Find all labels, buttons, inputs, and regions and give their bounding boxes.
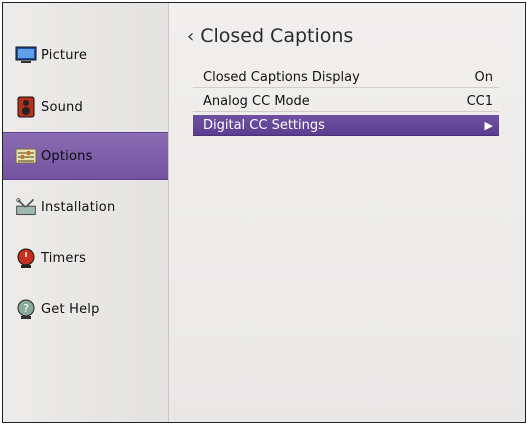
options-sliders-icon	[15, 145, 37, 167]
help-icon: ?	[15, 298, 37, 320]
sidebar-item-label: Timers	[41, 250, 87, 266]
sidebar-item-timers[interactable]: Timers	[3, 234, 168, 282]
sidebar-item-label: Installation	[41, 199, 116, 215]
sidebar-item-label: Get Help	[41, 301, 100, 317]
menu-row-label: Analog CC Mode	[203, 93, 310, 109]
sidebar-item-sound[interactable]: Sound	[3, 83, 168, 131]
sidebar-item-get-help[interactable]: ? Get Help	[3, 285, 168, 333]
sidebar-item-label: Sound	[41, 99, 83, 115]
sidebar-item-installation[interactable]: Installation	[3, 183, 168, 231]
sidebar: Picture Sound Options Installation Timer…	[3, 3, 169, 422]
sidebar-item-label: Picture	[41, 47, 88, 63]
menu-row-closed-captions-display[interactable]: Closed Captions Display On	[193, 67, 499, 88]
monitor-icon	[15, 44, 37, 66]
menu-row-value: CC1	[466, 93, 493, 109]
sidebar-item-label: Options	[41, 148, 93, 164]
sidebar-item-picture[interactable]: Picture	[3, 31, 168, 79]
closed-captions-panel: ‹ Closed Captions Closed Captions Displa…	[169, 3, 525, 422]
menu-row-value: On	[474, 69, 493, 85]
svg-text:?: ?	[23, 302, 29, 315]
speaker-icon	[15, 96, 37, 118]
page-title-text: Closed Captions	[200, 25, 354, 47]
tv-menu-frame: Picture Sound Options Installation Timer…	[2, 2, 526, 423]
back-chevron-icon[interactable]: ‹	[187, 26, 194, 47]
arrow-right-icon: ▶	[484, 118, 493, 132]
page-title: ‹ Closed Captions	[187, 25, 353, 47]
timer-icon	[15, 247, 37, 269]
menu-row-label: Closed Captions Display	[203, 69, 360, 85]
menu-row-analog-cc-mode[interactable]: Analog CC Mode CC1	[193, 91, 499, 112]
menu-row-label: Digital CC Settings	[203, 117, 325, 133]
installation-tools-icon	[15, 196, 37, 218]
menu-row-digital-cc-settings[interactable]: Digital CC Settings ▶	[193, 115, 499, 136]
sidebar-item-options[interactable]: Options	[3, 132, 168, 180]
